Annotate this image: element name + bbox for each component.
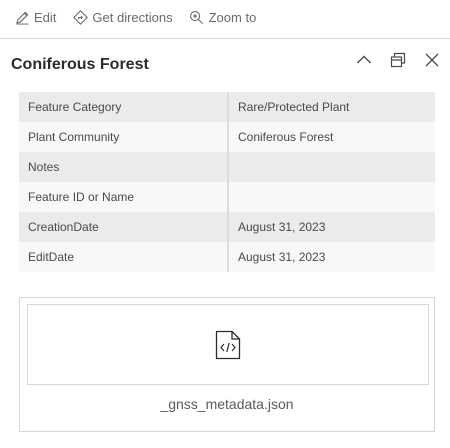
zoom-icon	[189, 9, 205, 25]
code-file-icon	[215, 330, 241, 359]
edit-button[interactable]: Edit	[14, 9, 56, 25]
edit-label: Edit	[34, 9, 57, 25]
attribute-value: Coniferous Forest	[238, 130, 334, 144]
attribute-key: CreationDate	[19, 212, 229, 242]
table-row: Plant Community Coniferous Forest	[19, 122, 435, 152]
attribute-value: Rare/Protected Plant	[238, 100, 350, 114]
toolbar-divider	[0, 38, 450, 39]
attribute-key: Feature Category	[19, 92, 229, 122]
get-directions-button[interactable]: Get directions	[72, 9, 173, 25]
attribute-value	[228, 152, 435, 182]
dock-icon	[390, 52, 406, 68]
chevron-up-icon	[357, 55, 371, 64]
close-button[interactable]	[422, 50, 442, 70]
table-row: EditDate August 31, 2023	[19, 242, 435, 272]
zoom-to-label: Zoom to	[208, 9, 257, 25]
get-directions-label: Get directions	[92, 9, 173, 25]
attributes-table: Feature Category Rare/Protected Plant Pl…	[19, 92, 435, 272]
directions-icon	[72, 9, 88, 25]
table-row: Feature Category Rare/Protected Plant	[19, 92, 435, 122]
attribute-value: August 31, 2023	[238, 250, 326, 264]
header-actions	[340, 50, 442, 70]
table-row: Notes	[19, 152, 435, 182]
collapse-button[interactable]	[354, 50, 374, 70]
attribute-key: Plant Community	[19, 122, 229, 152]
feature-title: Coniferous Forest	[11, 56, 149, 73]
edit-icon	[14, 9, 30, 25]
dock-button[interactable]	[388, 50, 408, 70]
table-row: Feature ID or Name	[19, 182, 435, 212]
attribute-key: Notes	[19, 152, 229, 182]
attachment-preview[interactable]	[27, 304, 429, 385]
attachment-filename[interactable]: _gnss_metadata.json	[20, 396, 434, 412]
attribute-value: August 31, 2023	[238, 220, 326, 234]
table-row: CreationDate August 31, 2023	[19, 212, 435, 242]
attribute-key: Feature ID or Name	[19, 182, 229, 212]
attachment-card: _gnss_metadata.json	[19, 297, 435, 432]
zoom-to-button[interactable]: Zoom to	[189, 9, 257, 25]
attribute-key: EditDate	[19, 242, 229, 272]
close-icon	[425, 53, 439, 67]
feature-toolbar: Edit Get directions Zoom to	[0, 0, 450, 34]
attribute-value	[228, 182, 435, 212]
